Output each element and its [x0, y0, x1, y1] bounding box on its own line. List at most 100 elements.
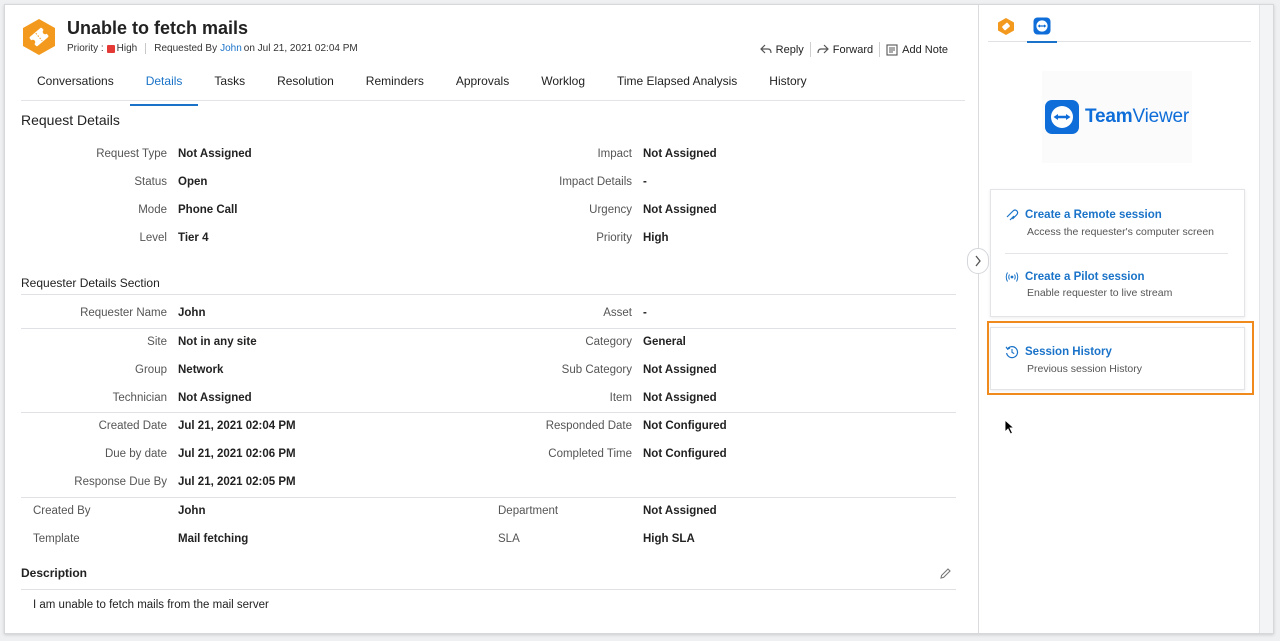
remote-session-icon [1006, 209, 1019, 221]
option-divider [1005, 253, 1228, 254]
field-label: Completed Time [548, 448, 632, 460]
request-tabs: Conversations Details Tasks Resolution R… [21, 67, 965, 106]
field-value: Phone Call [178, 204, 238, 216]
side-panel-tabs [988, 9, 1251, 43]
detail-row: Mode Phone Call Urgency Not Assigned [21, 204, 957, 224]
pilot-session-desc: Enable requester to live stream [1027, 287, 1173, 299]
add-note-label: Add Note [902, 43, 948, 56]
field-value: High [643, 232, 669, 244]
field-label: SLA [498, 533, 520, 545]
detail-row: Due by date Jul 21, 2021 02:06 PM Comple… [21, 448, 957, 468]
description-heading: Description [21, 566, 88, 580]
field-label: Site [147, 336, 167, 348]
forward-button[interactable]: Forward [811, 44, 879, 56]
detail-row: Group Network Sub Category Not Assigned [21, 364, 957, 384]
pilot-session-icon [1005, 272, 1019, 282]
field-value: Jul 21, 2021 02:04 PM [178, 420, 296, 432]
field-label: Requester Name [80, 307, 167, 319]
reply-label: Reply [775, 43, 804, 56]
field-label: Urgency [589, 204, 632, 216]
session-options-card: Create a Remote session Access the reque… [990, 189, 1245, 317]
description-text: I am unable to fetch mails from the mail… [33, 599, 269, 611]
tab-time-elapsed-analysis[interactable]: Time Elapsed Analysis [601, 67, 753, 100]
tab-approvals[interactable]: Approvals [440, 67, 525, 100]
section-divider [21, 294, 956, 295]
field-label: Response Due By [74, 476, 167, 488]
field-label: Responded Date [545, 420, 632, 432]
request-icon [21, 18, 57, 56]
detail-row: Level Tier 4 Priority High [21, 232, 957, 252]
add-note-button[interactable]: Add Note [880, 44, 954, 56]
field-value: Not in any site [178, 336, 257, 348]
field-value: Open [178, 176, 208, 188]
field-value: Not Assigned [178, 392, 252, 404]
teamviewer-tab[interactable] [1027, 15, 1057, 43]
field-value: Not Configured [643, 448, 727, 460]
note-icon [886, 43, 898, 56]
field-label: Impact Details [559, 176, 632, 188]
field-label: Created Date [98, 420, 167, 432]
tab-details[interactable]: Details [129, 67, 199, 106]
detail-row: Request Type Not Assigned Impact Not Ass… [21, 148, 957, 168]
collapse-panel-button[interactable] [967, 248, 989, 274]
servicedesk-tab[interactable] [994, 15, 1018, 37]
detail-row: Created By John Department Not Assigned [21, 505, 957, 525]
field-value: Tier 4 [178, 232, 209, 244]
request-meta: Priority : High Requested By John on Jul… [67, 43, 358, 54]
tab-reminders[interactable]: Reminders [350, 67, 440, 100]
forward-label: Forward [832, 43, 874, 56]
field-label: Technician [112, 392, 167, 404]
field-value: Not Assigned [643, 364, 717, 376]
requested-by-label: Requested By [154, 43, 218, 54]
app-window: Unable to fetch mails Priority : High Re… [4, 4, 1274, 634]
detail-row: Technician Not Assigned Item Not Assigne… [21, 392, 957, 412]
field-label: Priority [596, 232, 632, 244]
request-actions: Reply Forward Add Note [754, 42, 954, 57]
field-value: General [643, 336, 686, 348]
reply-button[interactable]: Reply [754, 44, 810, 56]
tab-worklog[interactable]: Worklog [525, 67, 601, 100]
field-label: Department [498, 505, 559, 517]
field-label: Level [139, 232, 168, 244]
mouse-cursor-icon [1004, 418, 1016, 438]
field-label: Mode [138, 204, 167, 216]
requester-link[interactable]: John [220, 43, 242, 54]
servicedesk-icon [998, 17, 1014, 35]
detail-row: Requester Name John Asset - [21, 307, 957, 327]
field-value: Not Assigned [178, 148, 252, 160]
field-label: Status [134, 176, 167, 188]
field-value: Not Assigned [643, 204, 717, 216]
field-value: Network [178, 364, 224, 376]
row-divider [21, 412, 956, 413]
tab-history[interactable]: History [753, 67, 822, 100]
field-value: High SLA [643, 533, 695, 545]
forward-icon [817, 44, 829, 54]
edit-icon[interactable] [939, 567, 952, 583]
priority-value: High [116, 43, 138, 54]
tab-resolution[interactable]: Resolution [261, 67, 350, 100]
request-main-panel: Unable to fetch mails Priority : High Re… [5, 5, 979, 633]
request-details-heading: Request Details [21, 112, 120, 128]
field-value: Not Assigned [643, 505, 717, 517]
field-label: Due by date [104, 448, 167, 460]
teamviewer-logo-icon [1045, 100, 1079, 134]
field-value: Jul 21, 2021 02:06 PM [178, 448, 296, 460]
section-divider [21, 589, 956, 590]
field-label: Created By [33, 505, 91, 517]
row-divider [21, 497, 956, 498]
side-panel-scrollbar[interactable] [1259, 5, 1273, 633]
tab-tasks[interactable]: Tasks [198, 67, 261, 100]
session-history-highlight [987, 321, 1254, 395]
field-value: Mail fetching [178, 533, 249, 545]
request-title: Unable to fetch mails [67, 18, 249, 38]
detail-row: Template Mail fetching SLA High SLA [21, 533, 957, 553]
field-label: Impact [597, 148, 632, 160]
integration-side-panel: TeamViewer Create a Remote session Acces… [980, 5, 1255, 633]
detail-row: Created Date Jul 21, 2021 02:04 PM Respo… [21, 420, 957, 440]
chevron-right-icon [975, 255, 981, 267]
create-pilot-session-option[interactable]: Create a Pilot session Enable requester … [1005, 271, 1172, 299]
create-remote-session-option[interactable]: Create a Remote session Access the reque… [1005, 208, 1214, 238]
field-label: Request Type [96, 148, 167, 160]
field-label: Category [585, 336, 632, 348]
tab-conversations[interactable]: Conversations [21, 67, 130, 100]
